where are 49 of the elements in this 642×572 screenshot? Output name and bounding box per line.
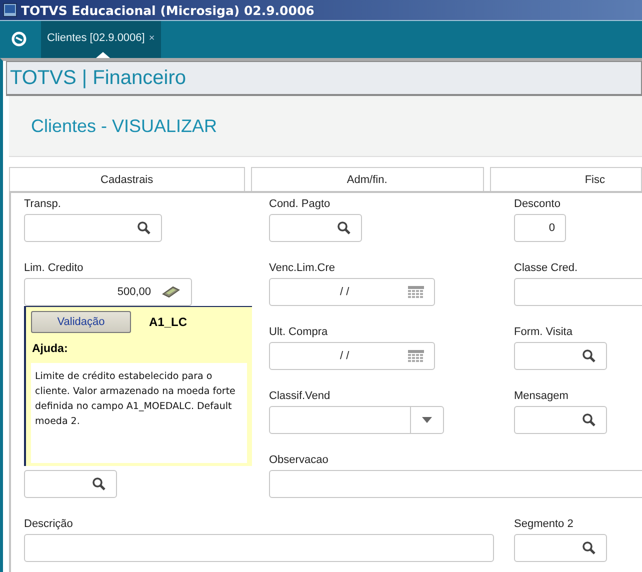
input-field[interactable] — [24, 214, 162, 242]
search-icon[interactable] — [337, 221, 351, 235]
field-label: Segmento 2 — [514, 518, 574, 531]
search-icon[interactable] — [137, 221, 151, 235]
calendar-icon[interactable] — [408, 350, 424, 362]
section-tab[interactable]: Cadastrais — [9, 167, 245, 191]
close-icon[interactable]: × — [148, 33, 155, 44]
field-label: Ult. Compra — [269, 326, 329, 339]
input-field[interactable] — [24, 470, 117, 498]
app-icon — [3, 3, 17, 17]
field-label: Observacao — [269, 454, 330, 467]
logo-icon — [11, 31, 27, 47]
document-tab[interactable]: Clientes [02.9.0006] × — [41, 21, 161, 58]
section-tab[interactable]: Fisc — [490, 167, 642, 191]
input-field[interactable] — [24, 534, 494, 562]
field-label: Descrição — [24, 518, 74, 531]
help-heading: Ajuda: — [32, 343, 69, 355]
search-icon[interactable] — [582, 541, 596, 555]
input-field[interactable]: / / — [269, 278, 435, 306]
field-label: Form. Visita — [514, 326, 574, 339]
input-field[interactable] — [514, 342, 607, 370]
input-field[interactable]: 500,00 — [24, 278, 192, 306]
search-icon[interactable] — [92, 477, 106, 491]
page-title: Clientes - VISUALIZAR — [31, 116, 218, 136]
validation-button[interactable]: Validação — [31, 311, 131, 333]
calendar-icon[interactable] — [408, 286, 424, 298]
module-title: TOTVS | Financeiro — [6, 61, 642, 96]
field-code: A1_LC — [149, 315, 188, 329]
input-field[interactable] — [269, 214, 362, 242]
field-label: Mensagem — [514, 390, 570, 403]
input-field[interactable] — [514, 534, 607, 562]
input-field[interactable] — [514, 406, 607, 434]
field-label: Venc.Lim.Cre — [269, 262, 336, 275]
banknotes-icon[interactable] — [161, 285, 181, 299]
input-field[interactable]: / / — [269, 342, 435, 370]
field-label: Desconto — [514, 198, 562, 211]
field-label: Lim. Credito — [24, 262, 84, 275]
input-field[interactable] — [269, 470, 642, 498]
window-title: TOTVS Educacional (Microsiga) 02.9.0006 — [21, 2, 314, 18]
help-text: Limite de crédito estabelecido para o cliente. Valor armazenado na moeda forte definida no campo A1_MOEDALC. Default moeda 2. — [31, 363, 247, 463]
section-tab[interactable]: Adm/fin. — [250, 167, 484, 191]
field-label: Classe Cred. — [514, 262, 579, 275]
search-icon[interactable] — [582, 349, 596, 363]
field-label: Transp. — [24, 198, 62, 211]
field-label: Classif.Vend — [269, 390, 332, 403]
field-label: Cond. Pagto — [269, 198, 332, 211]
input-field[interactable] — [269, 406, 444, 434]
search-icon[interactable] — [582, 413, 596, 427]
input-field[interactable]: 0 — [514, 214, 566, 242]
